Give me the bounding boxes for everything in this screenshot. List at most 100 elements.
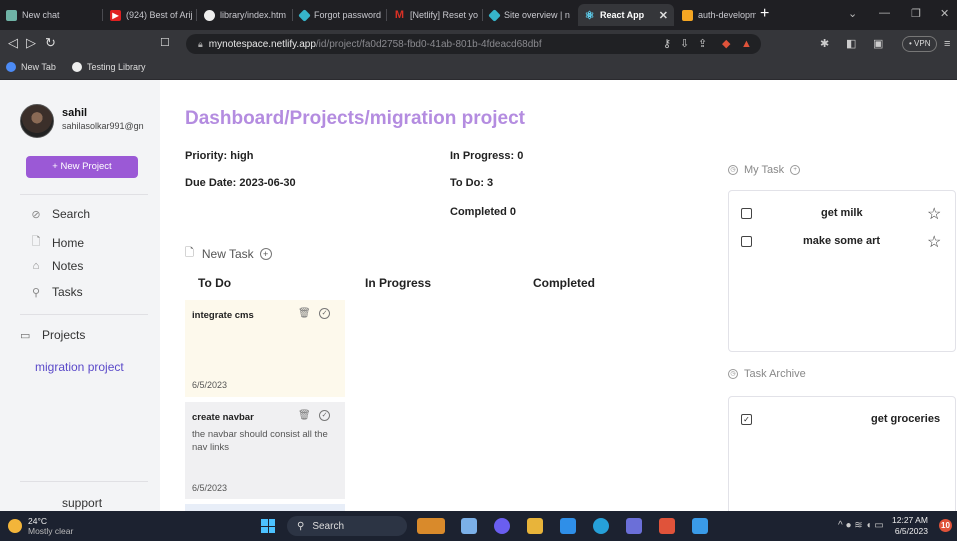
bookmark-label: New Tab — [21, 62, 56, 72]
to-do-count: To Do: 3 — [450, 177, 494, 189]
menu-icon[interactable]: ≡ — [944, 38, 950, 50]
tab-netlify-reset[interactable]: M [Netlify] Reset yo — [388, 4, 480, 26]
priority-text: Priority: high — [185, 150, 254, 162]
star-icon[interactable]: ☆ — [927, 232, 941, 252]
task-archive-label: Task Archive — [744, 368, 806, 380]
bookmark-new-tab[interactable]: New Tab — [6, 62, 56, 72]
trash-icon[interactable]: 🗑︎ — [298, 410, 311, 421]
close-tab-icon[interactable]: ✕ — [653, 9, 668, 22]
home-doc-icon: 🗋︎ — [31, 236, 41, 248]
clock[interactable]: 12:27 AM 6/5/2023 — [892, 515, 928, 537]
browser-toolbar: ◁ ▷ ↻ ☐ 🔒︎ mynotespace.netlify.app /id/p… — [0, 30, 957, 58]
sidebar-item-notes[interactable]: ⌂ Notes — [28, 259, 84, 273]
new-tab-plus-icon[interactable]: + — [760, 5, 769, 23]
widgets-icon[interactable] — [461, 518, 477, 534]
wallet-icon[interactable]: ▣ — [873, 38, 883, 50]
task-date: 6/5/2023 — [192, 483, 228, 493]
brave-icon — [6, 62, 16, 72]
sidebar-item-tasks[interactable]: ⚲ Tasks — [28, 285, 83, 299]
tab-youtube[interactable]: ▶ (924) Best of Arij — [104, 4, 194, 26]
clock-icon: ◷ — [728, 369, 738, 379]
netlify-icon — [488, 8, 501, 22]
windows-start-icon[interactable] — [261, 519, 275, 533]
search-circle-icon: ⊘ — [31, 208, 41, 221]
edge-icon[interactable] — [593, 518, 609, 534]
taskbar-search[interactable]: ⚲ Search — [287, 516, 407, 536]
sidebar-projects-header[interactable]: ▭ Projects — [20, 328, 85, 342]
folder-icon[interactable] — [527, 518, 543, 534]
new-task-label: New Task — [201, 246, 254, 261]
folder-icon: ▭ — [20, 329, 31, 342]
system-tray[interactable]: ^ ● ≋ ◖ ▭ — [838, 520, 884, 531]
star-icon[interactable]: ☆ — [927, 204, 941, 224]
extensions-icon[interactable]: ✱ — [820, 38, 829, 50]
projects-label: Projects — [42, 328, 86, 342]
task-text: make some art — [803, 235, 881, 247]
meet-icon[interactable] — [494, 518, 510, 534]
github-icon — [204, 9, 215, 21]
due-date-text: Due Date: 2023-06-30 — [185, 177, 296, 189]
reload-icon[interactable]: ↻ — [45, 36, 56, 50]
check-circle-icon[interactable]: ✓ — [319, 410, 330, 421]
task-checkbox[interactable] — [741, 236, 752, 247]
bookmark-label: Testing Library — [87, 62, 146, 72]
task-card[interactable]: create navbar 🗑︎ ✓ the navbar should con… — [185, 402, 345, 499]
sidebar-project-migration[interactable]: migration project — [35, 360, 124, 374]
tab-forgot-password[interactable]: Forgot password — [294, 4, 384, 26]
brave-shield-icon[interactable]: ◆ — [722, 38, 730, 50]
bookmark-testing-library[interactable]: Testing Library — [72, 62, 146, 72]
tab-library[interactable]: library/index.htm — [198, 4, 290, 26]
trash-icon[interactable]: 🗑︎ — [298, 308, 311, 319]
sidebar-item-search[interactable]: ⊘ Search — [28, 207, 90, 221]
share-icon[interactable]: ⇪ — [698, 38, 707, 50]
close-window-icon[interactable]: ✕ — [940, 7, 949, 20]
document-icon: 🗋︎ — [185, 247, 194, 259]
column-header-todo: To Do — [198, 276, 232, 290]
minimize-icon[interactable]: — — [879, 7, 890, 19]
file-explorer-icon[interactable] — [417, 518, 445, 534]
tab-new-chat[interactable]: New chat — [0, 4, 100, 26]
address-bar[interactable]: 🔒︎ mynotespace.netlify.app /id/project/f… — [186, 34, 761, 54]
task-card[interactable] — [185, 504, 345, 511]
avatar[interactable] — [20, 104, 54, 138]
bookmark-page-icon[interactable]: ☐ — [160, 36, 170, 50]
chat-favicon-icon — [6, 9, 17, 21]
user-email: sahilasolkar991@gn — [62, 121, 144, 131]
task-card[interactable]: integrate cms 🗑︎ ✓ 6/5/2023 — [185, 300, 345, 397]
list-item: ✓ get groceries — [729, 412, 957, 430]
os-taskbar: 24°C Mostly clear ⚲ Search ^ ● ≋ ◖ ▭ 12:… — [0, 511, 957, 541]
list-item: get milk ☆ — [729, 206, 957, 224]
task-checkbox[interactable]: ✓ — [741, 414, 752, 425]
new-project-button[interactable]: + New Project — [26, 156, 138, 178]
tab-react-app[interactable]: ⚛ React App ✕ — [578, 4, 674, 26]
back-arrow-icon[interactable]: ◁ — [8, 36, 18, 50]
tab-search-chevron-icon[interactable]: ⌄ — [848, 7, 857, 20]
tab-auth-development[interactable]: auth-developme — [676, 4, 756, 26]
brave-rewards-icon[interactable]: ▲ — [741, 38, 752, 50]
check-circle-icon[interactable]: ✓ — [319, 308, 330, 319]
install-icon[interactable]: ⇩ — [680, 38, 689, 50]
vscode-icon[interactable] — [560, 518, 576, 534]
weather-widget[interactable]: 24°C Mostly clear — [8, 516, 73, 536]
brave-icon[interactable] — [659, 518, 675, 534]
notification-badge[interactable]: 10 — [939, 519, 952, 532]
restore-icon[interactable]: ❐ — [911, 7, 921, 20]
sidebar-item-home[interactable]: 🗋︎ Home — [28, 233, 84, 252]
add-circle-icon[interactable]: + — [790, 165, 801, 175]
my-task-label: My Task — [744, 164, 785, 176]
page-title: Dashboard/Projects/migration project — [185, 108, 525, 129]
forward-arrow-icon[interactable]: ▷ — [26, 36, 36, 50]
teams-icon[interactable] — [626, 518, 642, 534]
sidebar-toggle-icon[interactable]: ◧ — [846, 38, 856, 50]
key-icon[interactable]: ⚷ — [663, 38, 671, 50]
vpn-button[interactable]: • VPN — [902, 36, 938, 52]
tab-site-overview[interactable]: Site overview | n — [484, 4, 576, 26]
notepad-icon[interactable] — [692, 518, 708, 534]
my-task-panel: get milk ☆ make some art ☆ — [728, 190, 956, 352]
new-task-button[interactable]: 🗋︎ New Task + — [185, 244, 272, 263]
notes-house-icon: ⌂ — [32, 260, 40, 272]
sidebar-item-label: Search — [52, 207, 91, 221]
task-checkbox[interactable] — [741, 208, 752, 219]
support-link[interactable]: support — [62, 496, 102, 510]
lock-icon: 🔒︎ — [198, 38, 203, 49]
